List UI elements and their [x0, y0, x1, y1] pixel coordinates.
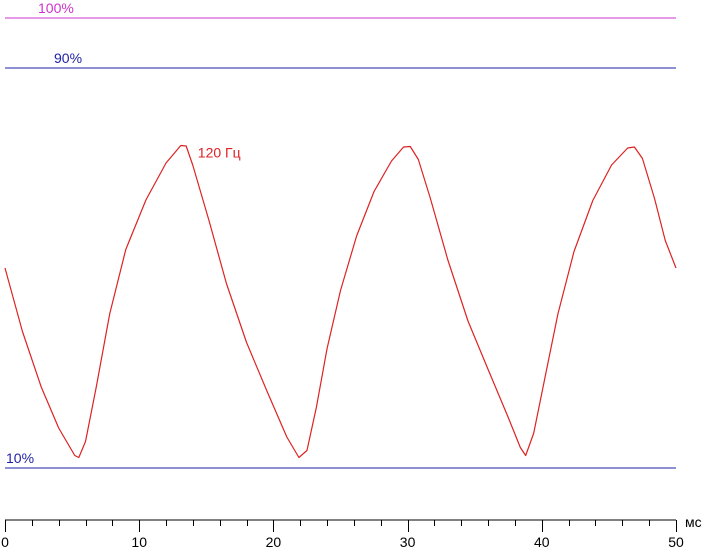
x-tick-label: 20: [266, 534, 282, 548]
series-label-0: 120 Гц: [198, 145, 241, 161]
ref-label-90pct: 90%: [54, 50, 82, 66]
chart: 100% 90% 10% 120 Гц 0 10 20 30 40 50мс: [1, 0, 702, 548]
series-layer: 120 Гц: [4, 144, 677, 459]
x-tick-label: 0: [1, 534, 9, 548]
ref-label-10pct: 10%: [6, 450, 34, 466]
ref-label-100pct: 100%: [38, 0, 74, 16]
x-axis: 0 10 20 30 40 50мс: [1, 514, 702, 548]
reference-lines: 100% 90% 10%: [5, 0, 676, 469]
x-unit-label: мс: [685, 514, 702, 530]
x-tick-label: 10: [131, 534, 147, 548]
x-tick-label: 30: [400, 534, 416, 548]
x-tick-label: 50: [668, 534, 684, 548]
series-line-0: [4, 144, 677, 459]
x-tick-label: 40: [534, 534, 550, 548]
